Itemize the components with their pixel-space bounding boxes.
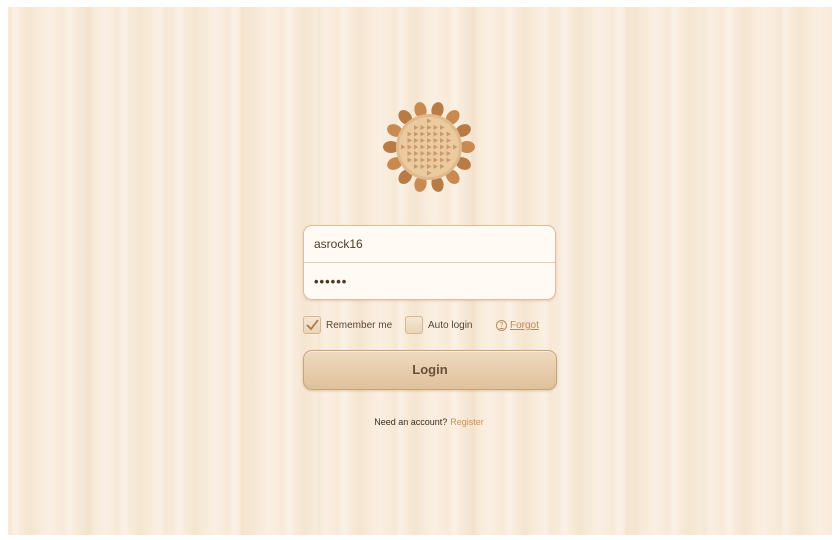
register-link[interactable]: Register [450, 417, 484, 427]
password-input[interactable] [304, 263, 555, 299]
auto-login-checkbox[interactable] [405, 316, 423, 334]
login-button[interactable]: Login [303, 350, 557, 390]
login-options: Remember me Auto login ? Forgot [303, 314, 563, 336]
auto-login-option[interactable]: Auto login [405, 314, 472, 336]
check-icon [306, 319, 319, 331]
need-account-text: Need an account? [374, 417, 448, 427]
username-input[interactable] [304, 226, 555, 262]
forgot-label: Forgot [510, 319, 539, 331]
forgot-link[interactable]: ? Forgot [496, 314, 539, 336]
remember-me-option[interactable]: Remember me [303, 314, 392, 336]
remember-me-checkbox[interactable] [303, 316, 321, 334]
sunflower-logo-icon [383, 102, 475, 192]
auto-login-label: Auto login [428, 319, 473, 331]
remember-me-label: Remember me [326, 319, 393, 331]
register-prompt: Need an account? Register [303, 417, 555, 427]
question-circle-icon: ? [496, 319, 507, 331]
credentials-box [303, 225, 556, 300]
